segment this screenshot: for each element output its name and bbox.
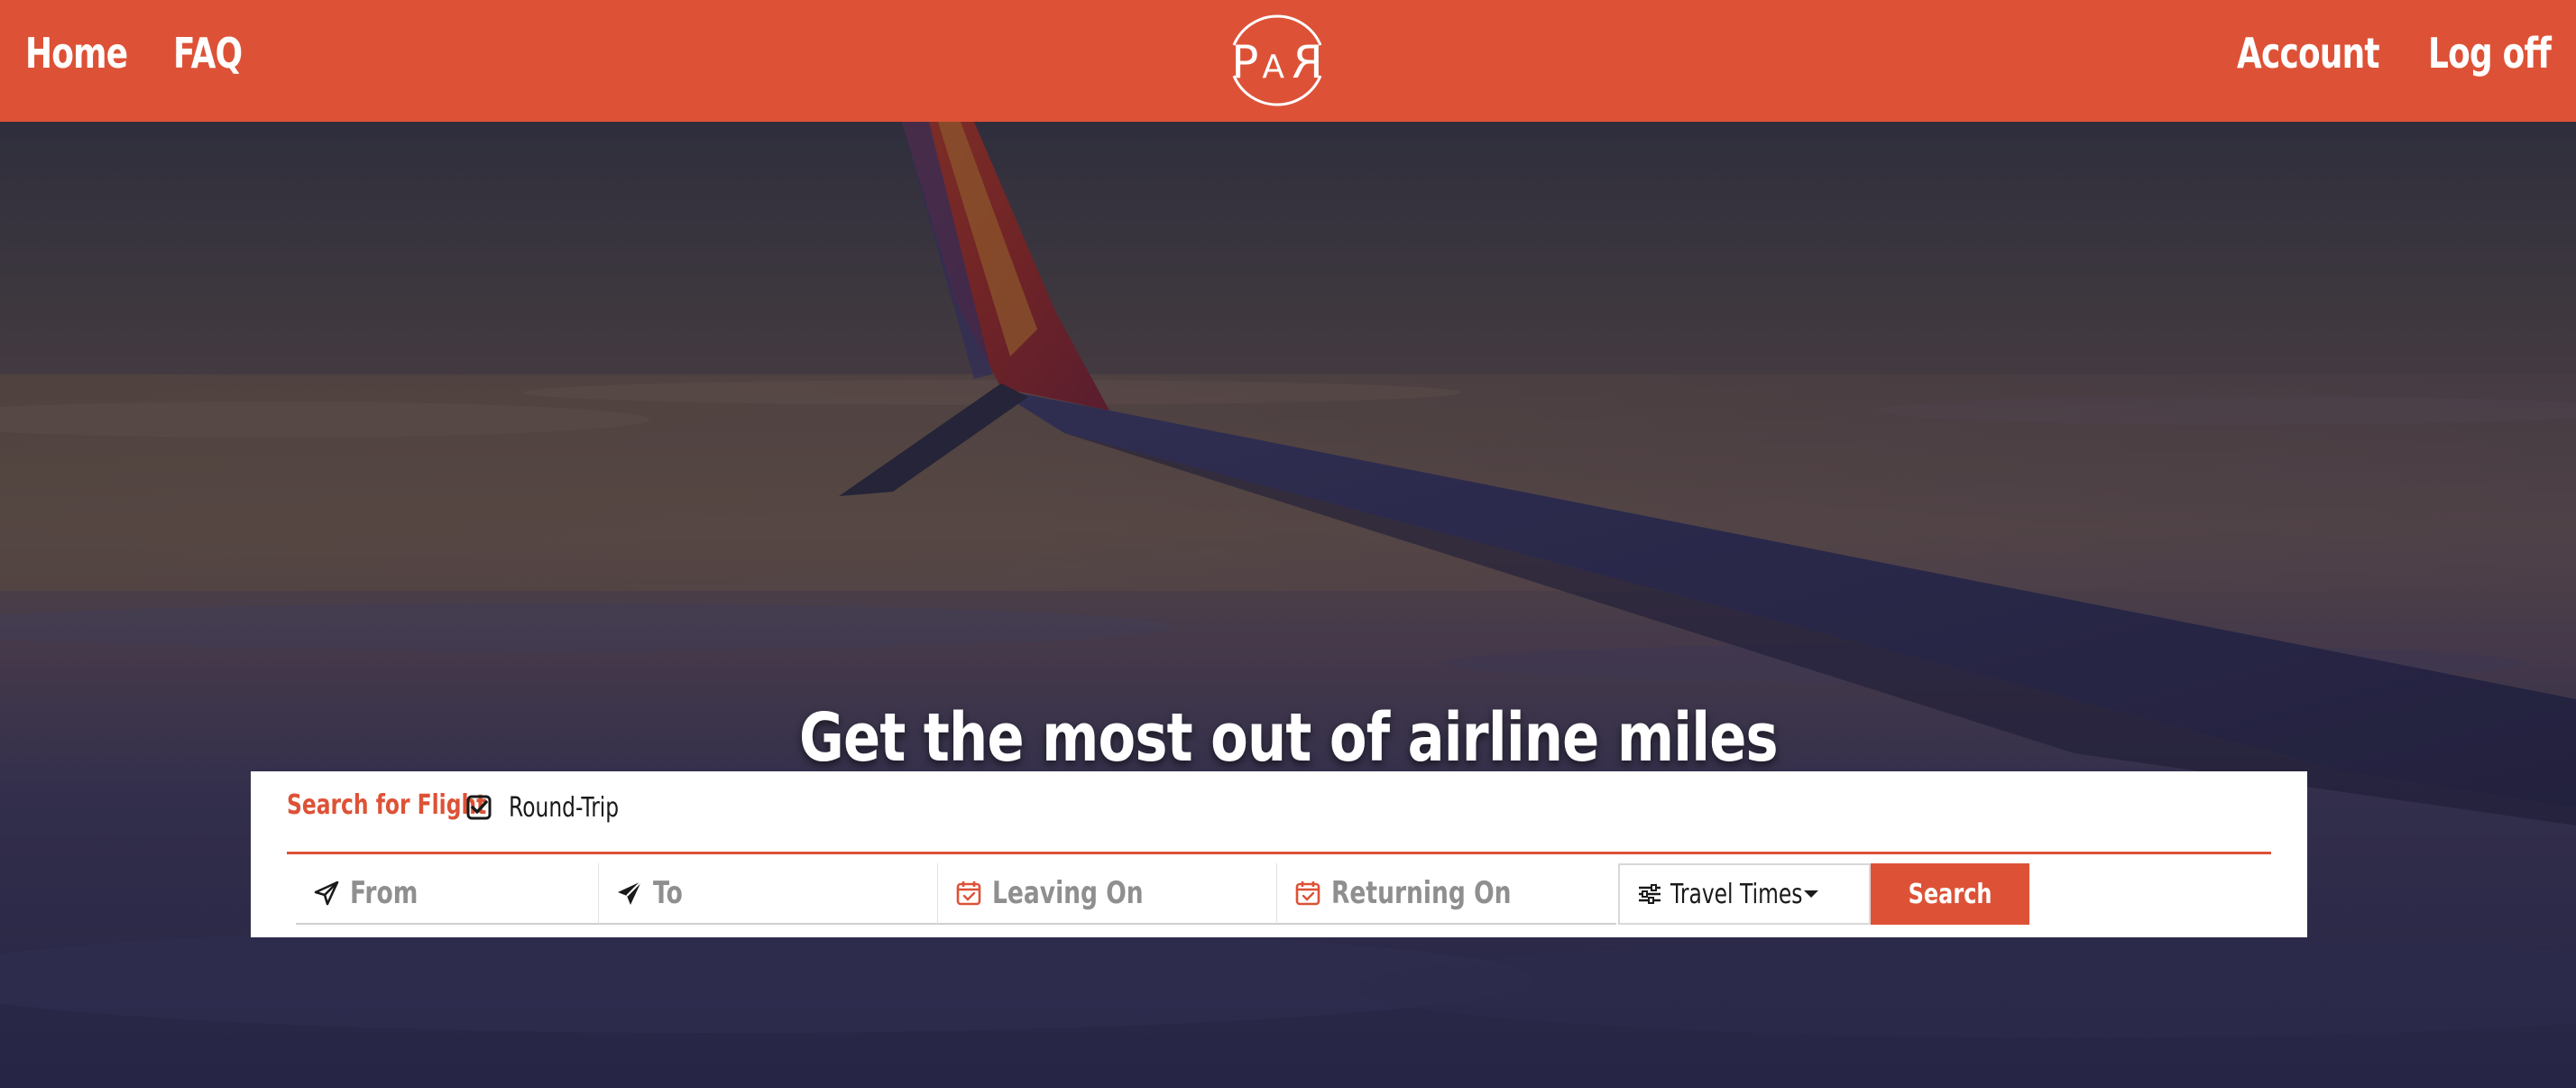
nav-faq-link[interactable]: FAQ <box>173 29 243 78</box>
to-field[interactable] <box>599 863 938 925</box>
logo-letter-p: P <box>1231 36 1263 88</box>
search-panel-title: Search for Flight <box>287 789 487 821</box>
top-navbar: Home FAQ PAR Account Log off <box>0 0 2576 122</box>
page: Home FAQ PAR Account Log off Get the mos… <box>0 0 2576 1088</box>
calendar-check-icon <box>956 881 981 906</box>
nav-logoff-link[interactable]: Log off <box>2428 29 2552 78</box>
returning-on-field[interactable] <box>1277 863 1616 925</box>
from-input[interactable] <box>350 875 561 911</box>
sliders-icon <box>1639 884 1661 904</box>
nav-account-link[interactable]: Account <box>2237 29 2380 78</box>
hero-headline: Get the most out of airline miles <box>0 699 2576 777</box>
caret-down-icon <box>1804 890 1818 898</box>
leaving-on-field[interactable] <box>938 863 1277 925</box>
logo-letter-a: A <box>1262 49 1289 86</box>
hero-headline-text: Get the most out of airline miles <box>798 699 1779 777</box>
travel-times-dropdown[interactable]: Travel Times <box>1618 863 1871 925</box>
returning-on-input[interactable] <box>1331 875 1542 911</box>
calendar-check-icon <box>1295 881 1320 906</box>
panel-divider <box>287 852 2271 854</box>
nav-home-link[interactable]: Home <box>25 29 128 78</box>
check-square-icon <box>466 795 492 820</box>
logo-letter-r: R <box>1288 36 1323 88</box>
logo-text: PAR <box>1225 36 1329 88</box>
hero-banner: Get the most out of airline miles <box>0 122 2576 1088</box>
travel-times-label: Travel Times <box>1670 878 1803 910</box>
to-input[interactable] <box>653 875 864 911</box>
paper-plane-solid-icon <box>618 881 642 905</box>
brand-logo[interactable]: PAR <box>1225 9 1329 110</box>
roundtrip-checkbox[interactable]: Round-Trip <box>465 789 650 825</box>
flight-search-panel: Search for Flight Round-Trip From To Lea… <box>251 771 2307 937</box>
from-field[interactable] <box>296 863 599 925</box>
roundtrip-label: Round-Trip <box>509 791 620 824</box>
search-button[interactable]: Search <box>1871 863 2029 925</box>
paper-plane-outline-icon <box>314 881 339 906</box>
leaving-on-input[interactable] <box>992 875 1203 911</box>
search-button-label: Search <box>1908 878 1992 910</box>
hero-background-image <box>0 122 2576 1088</box>
